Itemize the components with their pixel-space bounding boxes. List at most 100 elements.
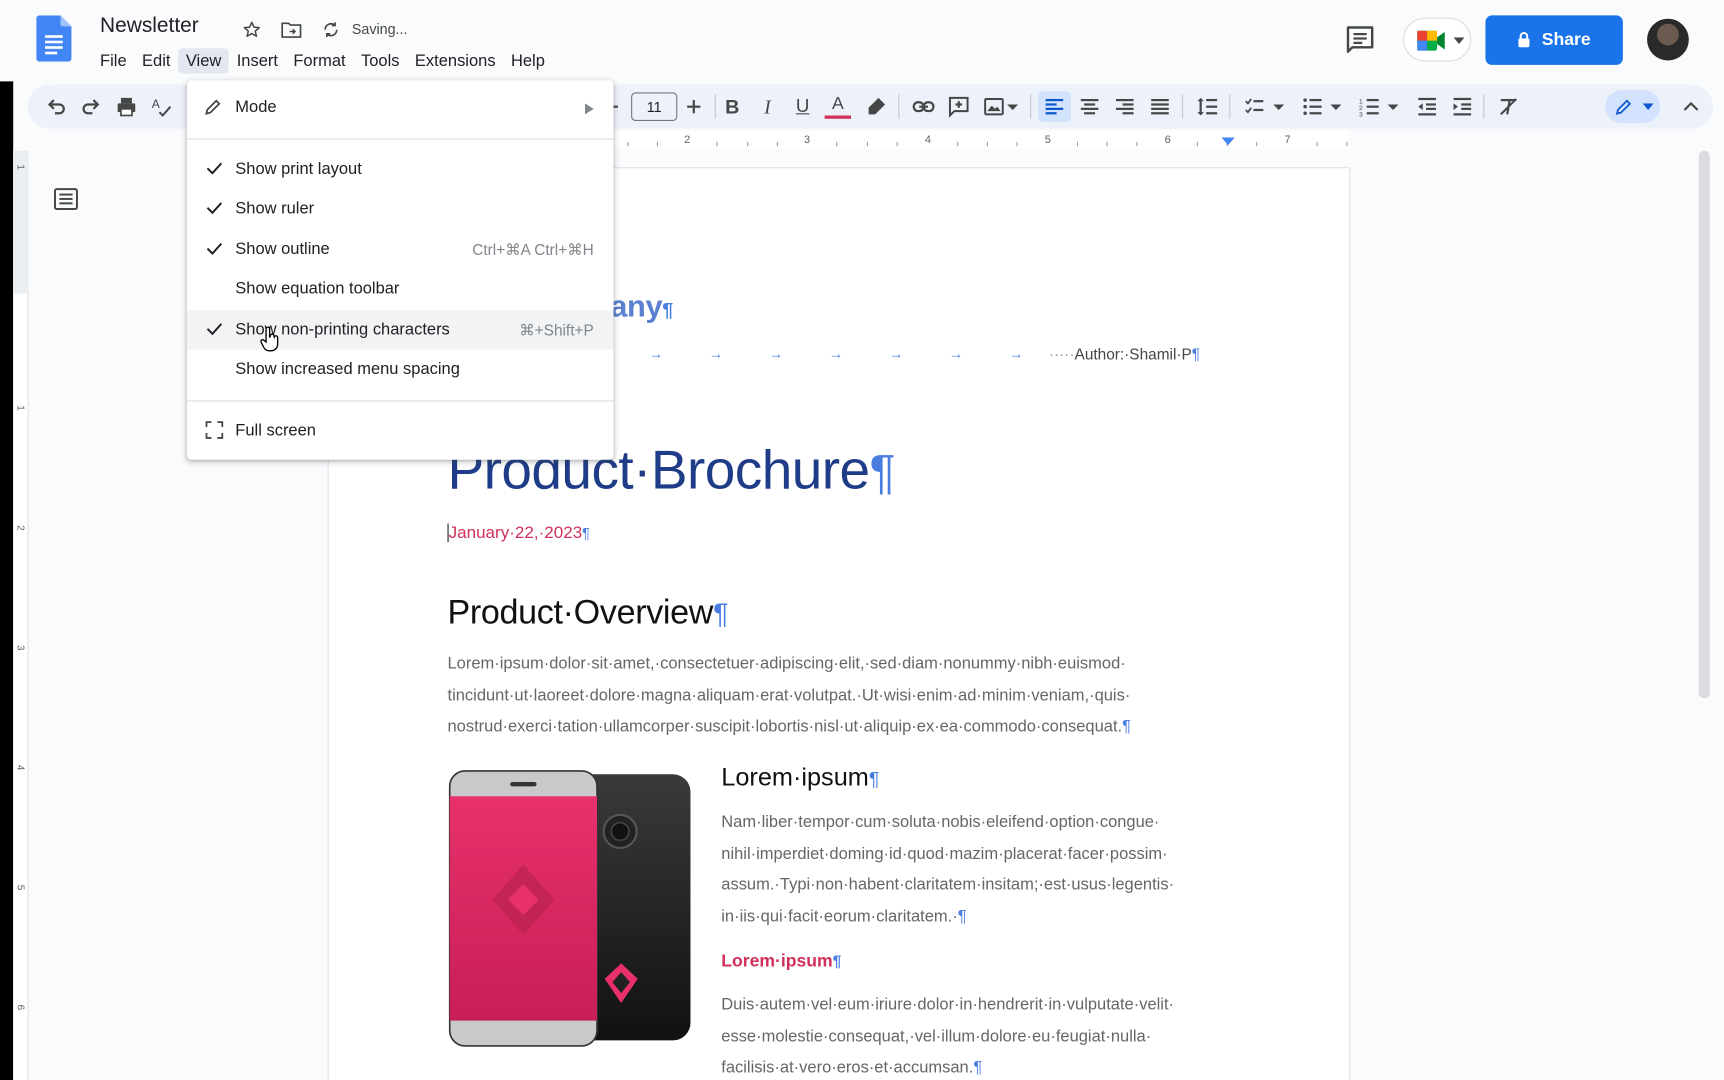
menu-item-show-ruler[interactable]: Show ruler <box>187 189 614 229</box>
highlight-icon[interactable] <box>863 93 889 119</box>
phone-image[interactable] <box>448 770 693 1047</box>
ruler-tick-label: 4 <box>925 134 931 146</box>
menu-view[interactable]: View <box>178 48 230 74</box>
increase-indent-icon[interactable] <box>1449 93 1475 119</box>
pilcrow-icon: ¶ <box>662 299 673 322</box>
print-icon[interactable] <box>113 93 139 119</box>
menu-bar: File Edit View Insert Format Tools Exten… <box>92 48 552 74</box>
checklist-chevron-icon[interactable] <box>1271 93 1286 119</box>
view-menu-dropdown: Mode Show print layout Show ruler Show o… <box>186 80 614 460</box>
move-folder-icon[interactable] <box>279 18 303 42</box>
vruler-tick-label: 4 <box>15 765 26 771</box>
increase-font-size-icon[interactable] <box>681 93 707 119</box>
pilcrow-icon: ¶ <box>1191 345 1201 363</box>
add-comment-icon[interactable] <box>946 93 972 119</box>
app-header: Newsletter Saving... File Edit View Inse… <box>0 0 1724 82</box>
menu-item-mode[interactable]: Mode <box>187 88 614 128</box>
bulleted-list-icon[interactable] <box>1300 93 1326 119</box>
bold-icon[interactable]: B <box>719 93 745 119</box>
subsection-heading[interactable]: Lorem·ipsum¶ <box>721 952 841 972</box>
vertical-ruler[interactable]: 1 1 2 3 4 5 6 <box>13 150 29 1080</box>
clear-formatting-icon[interactable] <box>1495 93 1521 119</box>
align-right-icon[interactable] <box>1112 93 1138 119</box>
spellcheck-icon[interactable]: A <box>148 93 174 119</box>
checklist-icon[interactable] <box>1241 93 1267 119</box>
vruler-tick-label: 3 <box>15 645 26 651</box>
vruler-tick-label: 6 <box>15 1005 26 1011</box>
pilcrow-icon: ¶ <box>713 597 729 631</box>
pilcrow-icon: ¶ <box>832 952 842 971</box>
editing-mode-button[interactable] <box>1605 90 1661 124</box>
undo-icon[interactable] <box>43 93 69 119</box>
toolbar-divider <box>714 94 716 119</box>
svg-text:3: 3 <box>1359 112 1363 118</box>
redo-icon[interactable] <box>78 93 104 119</box>
docs-logo-icon[interactable] <box>36 15 72 62</box>
subsection-paragraph[interactable]: Duis·autem·vel·eum·iriure·dolor·in·hendr… <box>721 990 1227 1080</box>
date-line[interactable]: January·22,·2023¶ <box>447 523 590 544</box>
section-heading[interactable]: Lorem·ipsum¶ <box>721 762 879 792</box>
menu-item-show-non-printing-characters[interactable]: Show non-printing characters ⌘+Shift+P <box>186 310 614 350</box>
comment-history-icon[interactable] <box>1344 24 1377 55</box>
bulleted-list-chevron-icon[interactable] <box>1328 93 1343 119</box>
decrease-indent-icon[interactable] <box>1414 93 1440 119</box>
saving-status: Saving... <box>351 20 408 38</box>
check-icon <box>206 323 223 336</box>
ruler-tick-label: 3 <box>804 134 810 146</box>
submenu-arrow-icon <box>584 103 594 115</box>
image-options-chevron-icon[interactable] <box>1005 93 1020 119</box>
insert-image-icon[interactable] <box>981 93 1007 119</box>
overview-heading[interactable]: Product·Overview¶ <box>447 593 728 633</box>
pencil-icon <box>1615 99 1632 115</box>
pilcrow-icon: ¶ <box>868 767 880 790</box>
meet-button[interactable] <box>1402 17 1472 62</box>
avatar[interactable] <box>1647 18 1689 61</box>
menu-help[interactable]: Help <box>503 48 552 73</box>
toolbar-divider <box>1229 94 1231 119</box>
vertical-scrollbar[interactable] <box>1698 150 1710 699</box>
company-heading[interactable]: any¶ <box>610 289 673 324</box>
section-paragraph[interactable]: Nam·liber·tempor·cum·soluta·nobis·eleife… <box>721 807 1227 932</box>
fullscreen-icon <box>205 421 224 439</box>
document-outline-icon[interactable] <box>53 187 79 211</box>
menu-item-show-outline[interactable]: Show outline Ctrl+⌘A Ctrl+⌘H <box>187 230 614 270</box>
line-spacing-icon[interactable] <box>1194 93 1220 119</box>
document-title[interactable]: Newsletter <box>100 14 199 38</box>
shortcut-text: Ctrl+⌘A Ctrl+⌘H <box>472 240 594 259</box>
menu-insert[interactable]: Insert <box>229 48 286 73</box>
overview-paragraph[interactable]: Lorem·ipsum·dolor·sit·amet,·consectetuer… <box>447 649 1217 743</box>
hand-cursor-icon <box>260 326 279 352</box>
menu-format[interactable]: Format <box>286 48 354 73</box>
align-left-icon[interactable] <box>1041 93 1067 119</box>
font-size-input[interactable]: 11 <box>631 92 678 121</box>
chevron-down-icon <box>1642 103 1654 110</box>
menu-item-full-screen[interactable]: Full screen <box>187 411 614 451</box>
vruler-tick-label: 2 <box>15 525 26 531</box>
tab-arrows: → → → → → → → <box>648 345 1024 362</box>
menu-item-show-increased-menu-spacing[interactable]: Show increased menu spacing <box>187 350 614 390</box>
star-icon[interactable] <box>240 18 264 42</box>
menu-file[interactable]: File <box>92 48 134 73</box>
menu-item-show-equation-toolbar[interactable]: Show equation toolbar <box>187 269 614 309</box>
menu-extensions[interactable]: Extensions <box>407 48 503 73</box>
numbered-list-chevron-icon[interactable] <box>1385 93 1400 119</box>
numbered-list-icon[interactable]: 123 <box>1357 93 1383 119</box>
ruler-tick-label: 2 <box>684 134 690 146</box>
menu-divider <box>186 400 614 402</box>
check-icon <box>206 202 223 215</box>
pilcrow-icon: ¶ <box>957 906 967 926</box>
menu-divider <box>186 138 614 140</box>
menu-edit[interactable]: Edit <box>134 48 178 73</box>
menu-item-show-print-layout[interactable]: Show print layout <box>187 150 614 190</box>
share-button[interactable]: Share <box>1485 15 1623 65</box>
italic-icon[interactable]: I <box>754 93 780 119</box>
toolbar-divider <box>1030 94 1032 119</box>
menu-tools[interactable]: Tools <box>353 48 407 73</box>
pilcrow-icon: ¶ <box>1122 717 1131 736</box>
text-color-icon[interactable]: A <box>824 93 852 119</box>
link-icon[interactable] <box>910 93 936 119</box>
collapse-menus-icon[interactable] <box>1678 93 1704 119</box>
underline-icon[interactable]: U <box>789 93 815 119</box>
justify-icon[interactable] <box>1147 93 1173 119</box>
align-center-icon[interactable] <box>1076 93 1102 119</box>
